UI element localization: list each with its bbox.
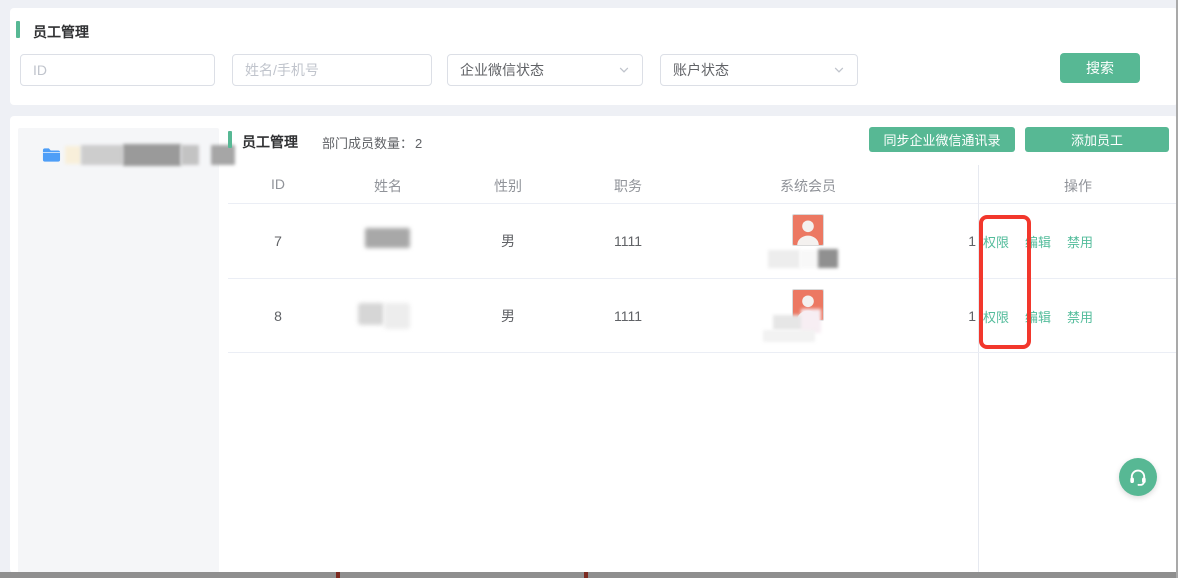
- table-header-row: ID 姓名 性别 职务 系统会员 操作: [228, 165, 1178, 204]
- redacted-name: [358, 303, 384, 325]
- account-status-select-label: 账户状态: [673, 60, 729, 80]
- chevron-down-icon: [833, 64, 845, 76]
- redacted-text: [81, 145, 123, 165]
- cell-job: 1111: [614, 233, 642, 249]
- column-header-gender: 性别: [494, 176, 522, 196]
- wechat-status-select[interactable]: 企业微信状态: [447, 54, 643, 86]
- panel-title: 员工管理: [242, 132, 298, 152]
- support-button[interactable]: [1119, 458, 1157, 496]
- scrollbar-tick: [584, 572, 588, 578]
- permission-link[interactable]: 权限: [983, 307, 1009, 326]
- headset-icon: [1127, 466, 1149, 488]
- edit-link[interactable]: 编辑: [1025, 232, 1051, 251]
- row-actions: 权限 编辑 禁用: [983, 232, 1093, 251]
- name-phone-input[interactable]: [232, 54, 432, 86]
- column-header-name: 姓名: [374, 176, 402, 196]
- redacted-text: [768, 250, 800, 268]
- row-actions: 权限 编辑 禁用: [983, 307, 1093, 326]
- member-avatar: [792, 214, 824, 246]
- redacted-text: [65, 146, 81, 164]
- column-header-job: 职务: [614, 176, 642, 196]
- cell-id: 8: [274, 308, 282, 324]
- cell-partial-number: 1: [966, 233, 976, 249]
- cell-id: 7: [274, 233, 282, 249]
- employee-panel-card: 员工管理 部门成员数量：2 同步企业微信通讯录 添加员工 ID 姓名 性别 职务…: [10, 116, 1178, 573]
- title-accent-bar: [228, 131, 232, 148]
- edit-link[interactable]: 编辑: [1025, 307, 1051, 326]
- folder-icon: [42, 147, 61, 163]
- search-button[interactable]: 搜索: [1060, 53, 1140, 83]
- redacted-text: [763, 330, 815, 342]
- table-row: 8 男 1111 1 权限 编辑 禁用: [228, 279, 1178, 353]
- column-header-id: ID: [271, 176, 285, 192]
- redacted-text: [181, 145, 199, 165]
- cell-partial-number: 1: [966, 308, 976, 324]
- chevron-down-icon: [618, 64, 630, 76]
- scrollbar-tick: [336, 572, 340, 578]
- id-input[interactable]: [20, 54, 215, 86]
- redacted-text: [211, 145, 235, 165]
- redacted-text: [818, 249, 838, 268]
- member-count-label: 部门成员数量：: [322, 136, 413, 151]
- redacted-name: [384, 303, 410, 329]
- account-status-select[interactable]: 账户状态: [660, 54, 858, 86]
- wechat-status-select-label: 企业微信状态: [460, 60, 544, 80]
- column-header-member: 系统会员: [780, 176, 836, 196]
- redacted-text: [800, 250, 820, 268]
- redacted-text: [123, 144, 181, 166]
- column-header-actions: 操作: [1064, 176, 1092, 196]
- disable-link[interactable]: 禁用: [1067, 307, 1093, 326]
- horizontal-scrollbar[interactable]: [0, 572, 1178, 578]
- person-icon: [793, 215, 823, 245]
- department-tree-item[interactable]: [42, 142, 235, 168]
- page-title: 员工管理: [33, 22, 89, 42]
- disable-link[interactable]: 禁用: [1067, 232, 1093, 251]
- title-accent-bar: [16, 21, 20, 38]
- member-count: 部门成员数量：2: [322, 133, 422, 152]
- permission-link[interactable]: 权限: [983, 232, 1009, 251]
- cell-job: 1111: [614, 308, 642, 324]
- member-count-value: 2: [415, 136, 422, 151]
- add-employee-button[interactable]: 添加员工: [1025, 127, 1169, 152]
- filter-card: 员工管理 企业微信状态 账户状态 搜索: [10, 8, 1178, 105]
- redacted-name: [365, 228, 410, 248]
- cell-gender: 男: [501, 233, 515, 249]
- department-sidebar: [18, 128, 219, 573]
- sync-wechat-contacts-button[interactable]: 同步企业微信通讯录: [869, 127, 1015, 152]
- table-row: 7 男 1111 1 权限 编辑 禁用: [228, 204, 1178, 279]
- cell-gender: 男: [501, 308, 515, 324]
